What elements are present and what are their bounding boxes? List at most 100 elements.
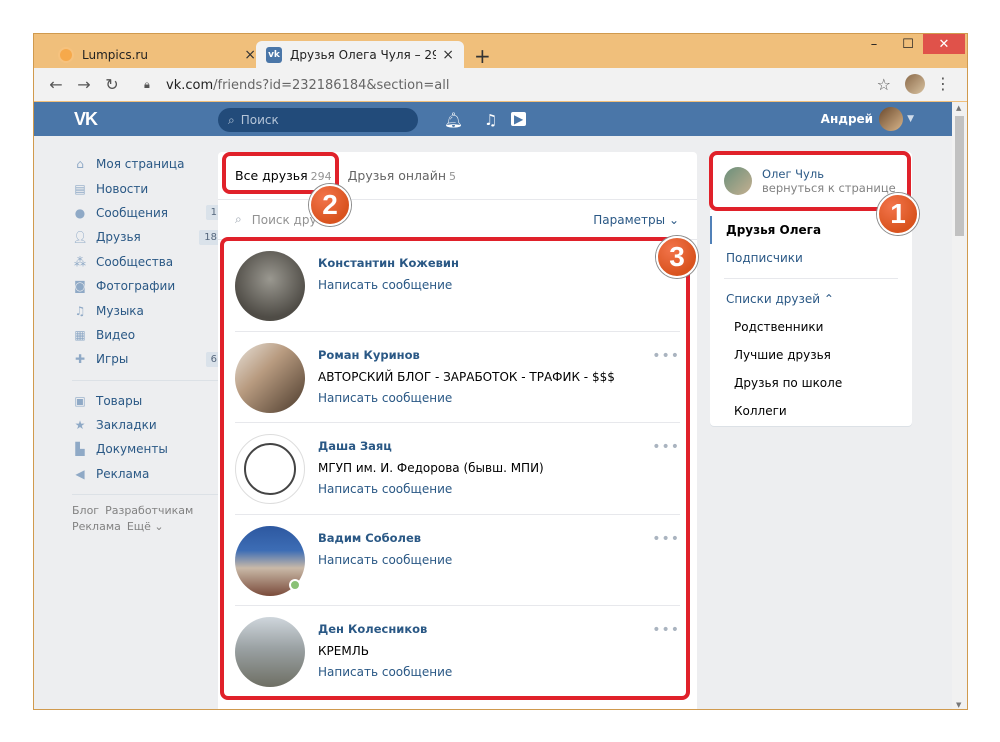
header-user-avatar <box>879 107 904 131</box>
vk-search-placeholder: Поиск <box>240 113 279 127</box>
left-menu-label: Моя страница <box>96 157 185 172</box>
highlight-friends-list <box>220 237 690 700</box>
friends-search-input[interactable]: Поиск дру <box>252 213 317 227</box>
vk-search-input[interactable]: ⌕ Поиск <box>218 108 418 132</box>
minimize-button[interactable]: – <box>859 34 889 54</box>
bell-icon[interactable]: 🔔︎ <box>444 111 463 129</box>
footer-link-blog[interactable]: Блог <box>72 504 99 517</box>
browser-menu-icon[interactable]: ⋮ <box>935 74 951 93</box>
left-menu-label: Фотографии <box>96 279 176 294</box>
friend-list-item[interactable]: Родственники <box>710 313 912 341</box>
search-icon: ⌕ <box>228 112 235 127</box>
megaphone-icon: ◀ <box>75 466 85 481</box>
left-menu-item[interactable]: ◀ Реклама <box>72 462 222 486</box>
play-icon[interactable]: ▶ <box>511 112 527 126</box>
tab-title: Lumpics.ru <box>82 47 148 62</box>
back-arrow-icon[interactable]: ← <box>42 75 70 94</box>
left-menu-label: Сообщества <box>96 254 174 269</box>
bookmark-star-icon[interactable]: ☆ <box>877 75 891 94</box>
left-menu-label: Новости <box>96 181 149 196</box>
tab-close-icon[interactable]: × <box>442 47 454 63</box>
window-close-button[interactable]: ✕ <box>923 34 965 54</box>
step-badge-2: 2 <box>309 184 351 226</box>
lock-icon: 🔒︎ <box>144 78 150 91</box>
left-menu-item[interactable]: ⁂ Сообщества <box>72 250 222 274</box>
music-note-icon[interactable]: ♫ <box>484 111 497 129</box>
camera-icon: ◙ <box>74 279 86 294</box>
header-user-name: Андрей <box>820 112 874 126</box>
left-menu: ⌂ Моя страница ▤ Новости ● Сообщения 1 👤︎ Дру… <box>72 152 222 535</box>
left-menu-label: Музыка <box>96 303 144 318</box>
footer-link-more[interactable]: Ещё ⌄ <box>127 520 164 533</box>
page-scrollbar[interactable]: ▲ ▼ <box>952 102 967 709</box>
tab-lumpics[interactable]: Lumpics.ru × <box>48 41 266 68</box>
footer-link-ads[interactable]: Реклама <box>72 520 121 533</box>
tab-online-count: 5 <box>449 170 456 183</box>
step-badge-1: 1 <box>877 193 919 235</box>
scrollbar-thumb[interactable] <box>955 116 964 236</box>
friend-list-item[interactable]: Коллеги <box>710 397 912 425</box>
params-dropdown[interactable]: Параметры ⌄ <box>593 213 679 227</box>
scroll-up-icon[interactable]: ▲ <box>956 104 961 112</box>
left-menu-item[interactable]: 👤︎ Друзья 18 <box>72 225 222 249</box>
vk-header: VK ⌕ Поиск 🔔︎ ♫ ▶ Андрей ▼ <box>34 102 954 136</box>
step-badge-3: 3 <box>656 236 698 278</box>
vk-logo[interactable]: VK <box>74 109 98 130</box>
tab-title: Друзья Олега Чуля – 294 друга <box>290 47 436 62</box>
maximize-button[interactable]: ☐ <box>893 34 923 54</box>
left-menu-footer: Блог Разработчикам Реклама Ещё ⌄ <box>72 503 222 535</box>
menu-divider <box>72 494 222 496</box>
music-icon: ♫ <box>74 303 86 318</box>
news-icon: ▤ <box>74 181 86 196</box>
right-item-subscribers[interactable]: Подписчики <box>710 244 912 272</box>
tab-online-friends[interactable]: Друзья онлайн 5 <box>348 168 456 183</box>
left-menu-label: Игры <box>96 352 129 367</box>
left-menu-item[interactable]: ▣ Товары <box>72 389 222 413</box>
browser-profile-avatar[interactable] <box>905 74 925 94</box>
friend-list-item[interactable]: Лучшие друзья <box>710 341 912 369</box>
left-menu-label: Документы <box>96 442 168 457</box>
tab-online-label: Друзья онлайн <box>347 168 446 183</box>
left-menu-label: Друзья <box>96 230 141 245</box>
new-tab-button[interactable]: + <box>474 44 491 68</box>
left-menu-item[interactable]: ⌂ Моя страница <box>72 152 222 176</box>
left-menu-item[interactable]: ♫ Музыка <box>72 298 222 322</box>
left-menu-item[interactable]: ▦ Видео <box>72 323 222 347</box>
left-menu-label: Реклама <box>96 466 150 481</box>
groups-icon: ⁂ <box>74 254 86 269</box>
scroll-down-icon[interactable]: ▼ <box>956 701 961 709</box>
forward-arrow-icon[interactable]: → <box>70 75 98 94</box>
friend-lists-toggle[interactable]: Списки друзей ⌃ <box>710 285 912 313</box>
browser-toolbar: ← → ↻ 🔒︎ vk.com/friends?id=232186184&sec… <box>34 68 967 101</box>
left-menu-item[interactable]: ▙ Документы <box>72 437 222 461</box>
friend-list-item[interactable]: Друзья по школе <box>710 369 912 397</box>
chevron-down-icon: ▼ <box>907 114 914 124</box>
tab-strip: Lumpics.ru × vk Друзья Олега Чуля – 294 … <box>34 34 967 68</box>
reload-icon[interactable]: ↻ <box>98 75 126 94</box>
left-menu-item[interactable]: ✚ Игры 6 <box>72 347 222 371</box>
address-bar[interactable]: 🔒︎ vk.com/friends?id=232186184&section=a… <box>134 72 894 98</box>
tab-vk-friends[interactable]: vk Друзья Олега Чуля – 294 друга × <box>256 41 464 68</box>
bag-icon: ▣ <box>74 393 86 408</box>
url-host: vk.com <box>166 77 214 93</box>
friends-search-row: ⌕ Поиск дру Параметры ⌄ <box>218 200 697 240</box>
document-icon: ▙ <box>75 442 85 457</box>
messages-icon: ● <box>74 205 86 220</box>
vk-favicon-icon: vk <box>266 46 282 63</box>
tab-close-icon[interactable]: × <box>244 47 256 63</box>
search-icon: ⌕ <box>235 212 242 226</box>
footer-link-developers[interactable]: Разработчикам <box>105 504 193 517</box>
url-path: /friends?id=232186184&section=all <box>213 77 450 93</box>
left-menu-item[interactable]: ◙ Фотографии <box>72 274 222 298</box>
left-menu-item[interactable]: ▤ Новости <box>72 176 222 200</box>
video-icon: ▦ <box>74 327 86 342</box>
left-menu-item[interactable]: ● Сообщения 1 <box>72 201 222 225</box>
friends-icon: 👤︎ <box>72 230 88 245</box>
menu-divider <box>72 379 222 381</box>
home-icon: ⌂ <box>76 157 84 172</box>
left-menu-label: Видео <box>96 327 136 342</box>
header-user-menu[interactable]: Андрей ▼ <box>821 107 914 131</box>
left-menu-item[interactable]: ★ Закладки <box>72 413 222 437</box>
left-menu-label: Товары <box>96 393 143 408</box>
lumpics-favicon-icon <box>58 46 74 63</box>
